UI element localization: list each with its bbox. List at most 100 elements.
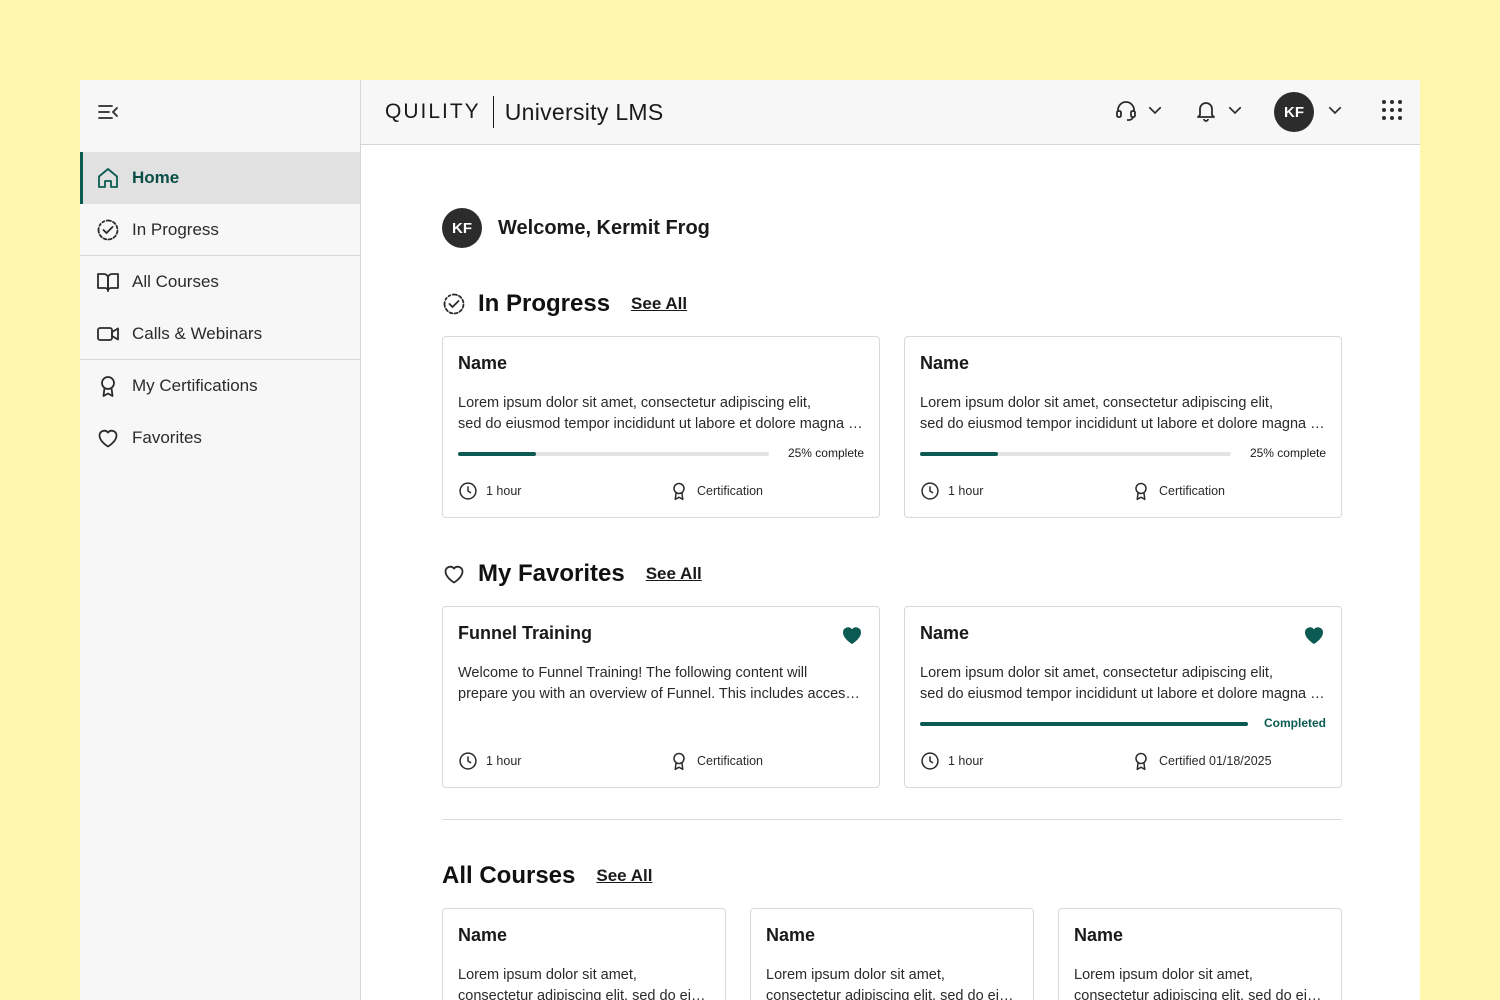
course-description-line: Lorem ipsum dolor sit amet, consectetur … [920,395,1273,411]
course-description-line: sed do eiusmod tempor incididunt ut labo… [920,686,1327,702]
progress-check-icon [442,292,466,316]
course-card[interactable]: Funnel Training Welcome to Funnel Traini… [442,606,880,788]
course-description: Lorem ipsum dolor sit amet, consectetur … [920,663,1327,705]
top-actions: KF [1114,92,1404,132]
course-name: Name [1074,925,1124,945]
sidebar-item-favorites[interactable]: Favorites [80,412,360,464]
duration: 1 hour [458,481,521,501]
clock-icon [459,752,477,770]
course-description: Lorem ipsum dolor sit amet, consectetur … [920,393,1327,435]
section-divider [442,819,1342,820]
clock-icon [921,752,939,770]
course-description: Lorem ipsum dolor sit amet, consectetur … [458,965,708,1000]
favorites-header: My Favorites See All [442,558,702,590]
award-icon [673,752,685,771]
sidebar-item-in-progress[interactable]: In Progress [80,204,360,256]
avatar: KF [442,208,482,248]
course-description: Lorem ipsum dolor sit amet, consectetur … [1074,965,1324,1000]
sidebar-item-certifications[interactable]: My Certifications [80,360,360,412]
duration-text: 1 hour [948,484,984,498]
section-title: My Favorites [478,560,625,587]
sidebar-item-label: Calls & Webinars [132,323,263,343]
sidebar-item-label: Favorites [132,428,202,447]
course-description-line: Lorem ipsum dolor sit amet, [1074,967,1253,983]
course-description-line: consectetur adipiscing elit, sed do eius… [766,988,1016,1000]
course-card[interactable]: Name Lorem ipsum dolor sit amet, consect… [442,908,726,1000]
progress-fill [458,452,536,456]
see-all-link[interactable]: See All [631,294,687,314]
book-icon [96,270,120,294]
favorite-heart-icon[interactable] [840,623,864,647]
apps-launcher-button[interactable] [1380,98,1404,127]
chevron-down-icon [1326,101,1344,124]
notifications-menu-button[interactable] [1194,98,1244,127]
award-icon [1135,482,1147,501]
certification-text: Certification [697,484,763,498]
course-description-line: prepare you with an overview of Funnel. … [458,686,865,702]
course-card[interactable]: Name Lorem ipsum dolor sit amet, consect… [904,336,1342,518]
course-description-line: Lorem ipsum dolor sit amet, consectetur … [458,395,811,411]
duration: 1 hour [458,751,521,771]
logo-divider [492,96,494,128]
clock-icon [459,482,477,500]
chevron-down-icon [1226,101,1244,124]
section-title: In Progress [478,290,611,317]
certification-text: Certification [697,754,763,768]
favorite-heart-icon[interactable] [1302,623,1326,647]
headset-icon [1114,98,1138,127]
home-icon [96,166,120,190]
progress-label: 25% complete [787,446,864,460]
welcome-text: Welcome, Kermit Frog [498,216,710,239]
sidebar-item-label: My Certifications [132,376,258,395]
welcome-header: KF Welcome, Kermit Frog [442,208,1342,248]
see-all-link[interactable]: See All [596,866,652,886]
course-card[interactable]: Name Lorem ipsum dolor sit amet, consect… [750,908,1034,1000]
duration: 1 hour [920,481,983,501]
sidebar: Home In Progress All Courses Calls & Web… [80,80,361,1000]
certification-text: Certified 01/18/2025 [1159,754,1272,768]
duration-text: 1 hour [486,484,522,498]
sidebar-item-home[interactable]: Home [80,152,360,204]
course-description-line: consectetur adipiscing elit, sed do eius… [1074,988,1324,1000]
course-name: Name [920,353,970,373]
course-description: Welcome to Funnel Training! The followin… [458,663,865,705]
duration: 1 hour [920,751,983,771]
in-progress-header: In Progress See All [442,288,687,320]
award-icon [673,482,685,501]
collapse-menu-icon[interactable] [96,100,120,124]
section-title: All Courses [442,862,576,889]
award-icon [1135,752,1147,771]
course-card[interactable]: Name Lorem ipsum dolor sit amet, consect… [904,606,1342,788]
see-all-link[interactable]: See All [646,564,702,584]
course-description-line: sed do eiusmod tempor incididunt ut labo… [920,416,1327,432]
progress-label: Completed [1263,716,1326,730]
certification: Certified 01/18/2025 [1131,751,1272,771]
progress-bar [458,452,769,456]
sidebar-item-all-courses[interactable]: All Courses [80,256,360,308]
support-menu-button[interactable] [1114,98,1164,127]
certification: Certification [669,481,763,501]
app-logo[interactable]: QUILITY University LMS [385,96,664,128]
course-name: Name [766,925,816,945]
grid-icon [1380,98,1404,127]
account-menu-button[interactable]: KF [1274,92,1344,132]
course-description-line: consectetur adipiscing elit, sed do eius… [458,988,708,1000]
course-description-line: Lorem ipsum dolor sit amet, [766,967,945,983]
progress-label: 25% complete [1249,446,1326,460]
course-card[interactable]: Name Lorem ipsum dolor sit amet, consect… [442,336,880,518]
course-description-line: Lorem ipsum dolor sit amet, consectetur … [920,665,1273,681]
course-name: Funnel Training [458,623,592,643]
course-description-line: Lorem ipsum dolor sit amet, [458,967,637,983]
sidebar-nav: Home In Progress All Courses Calls & Web… [80,152,360,464]
sidebar-item-calls-webinars[interactable]: Calls & Webinars [80,308,360,360]
heart-icon [96,426,120,450]
bell-icon [1194,98,1218,127]
sidebar-item-label: All Courses [132,272,219,291]
avatar: KF [1274,92,1314,132]
chevron-down-icon [1146,101,1164,124]
sidebar-item-label: In Progress [132,219,219,239]
course-card[interactable]: Name Lorem ipsum dolor sit amet, consect… [1058,908,1342,1000]
award-icon [96,374,120,398]
app-window: Home In Progress All Courses Calls & Web… [80,80,1420,1000]
course-name: Name [920,623,970,643]
